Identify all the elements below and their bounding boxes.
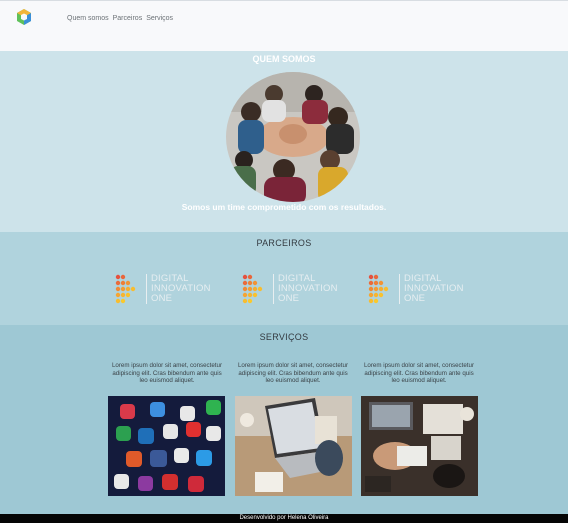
digital-innovation-one-icon bbox=[115, 274, 136, 304]
nav-link-parceiros[interactable]: Parceiros bbox=[113, 15, 143, 22]
nav-link-servicos[interactable]: Serviços bbox=[146, 15, 173, 22]
service-description: Lorem ipsum dolor sit amet, consectetur … bbox=[237, 362, 349, 385]
workspace-topdown-photo bbox=[361, 396, 478, 496]
main-nav: Quem somos Parceiros Serviços bbox=[67, 15, 173, 22]
partner-line: ONE bbox=[404, 293, 426, 304]
social-media-apps-photo bbox=[108, 396, 225, 496]
cube-logo-icon[interactable] bbox=[14, 7, 34, 27]
service-description: Lorem ipsum dolor sit amet, consectetur … bbox=[363, 362, 475, 385]
partner-logo[interactable]: DIGITAL INNOVATION ONE bbox=[367, 270, 479, 308]
digital-innovation-one-icon bbox=[242, 274, 263, 304]
quem-somos-title: QUEM SOMOS bbox=[252, 54, 316, 64]
partner-logo[interactable]: DIGITAL INNOVATION ONE bbox=[114, 270, 226, 308]
parceiros-section: PARCEIROS DIGITAL INNOVATION ONE DIGITAL… bbox=[0, 232, 568, 325]
nav-link-quem-somos[interactable]: Quem somos bbox=[67, 15, 109, 22]
team-photo bbox=[226, 72, 360, 202]
partner-line: ONE bbox=[278, 293, 300, 304]
site-footer: Desenvolvido por Helena Oliveira bbox=[0, 514, 568, 523]
partner-line: ONE bbox=[151, 293, 173, 304]
partner-logo[interactable]: DIGITAL INNOVATION ONE bbox=[241, 270, 353, 308]
laptop-desk-photo bbox=[235, 396, 352, 496]
parceiros-title: PARCEIROS bbox=[256, 238, 312, 248]
servicos-title: SERVIÇOS bbox=[259, 332, 309, 342]
digital-innovation-one-icon bbox=[368, 274, 389, 304]
quem-somos-section: QUEM SOMOS Somos um time comprometido co… bbox=[0, 51, 568, 232]
site-header: Quem somos Parceiros Serviços bbox=[0, 0, 568, 51]
servicos-section: SERVIÇOS Lorem ipsum dolor sit amet, con… bbox=[0, 325, 568, 514]
service-description: Lorem ipsum dolor sit amet, consectetur … bbox=[111, 362, 223, 385]
quem-somos-caption: Somos um time comprometido com os result… bbox=[181, 202, 387, 212]
